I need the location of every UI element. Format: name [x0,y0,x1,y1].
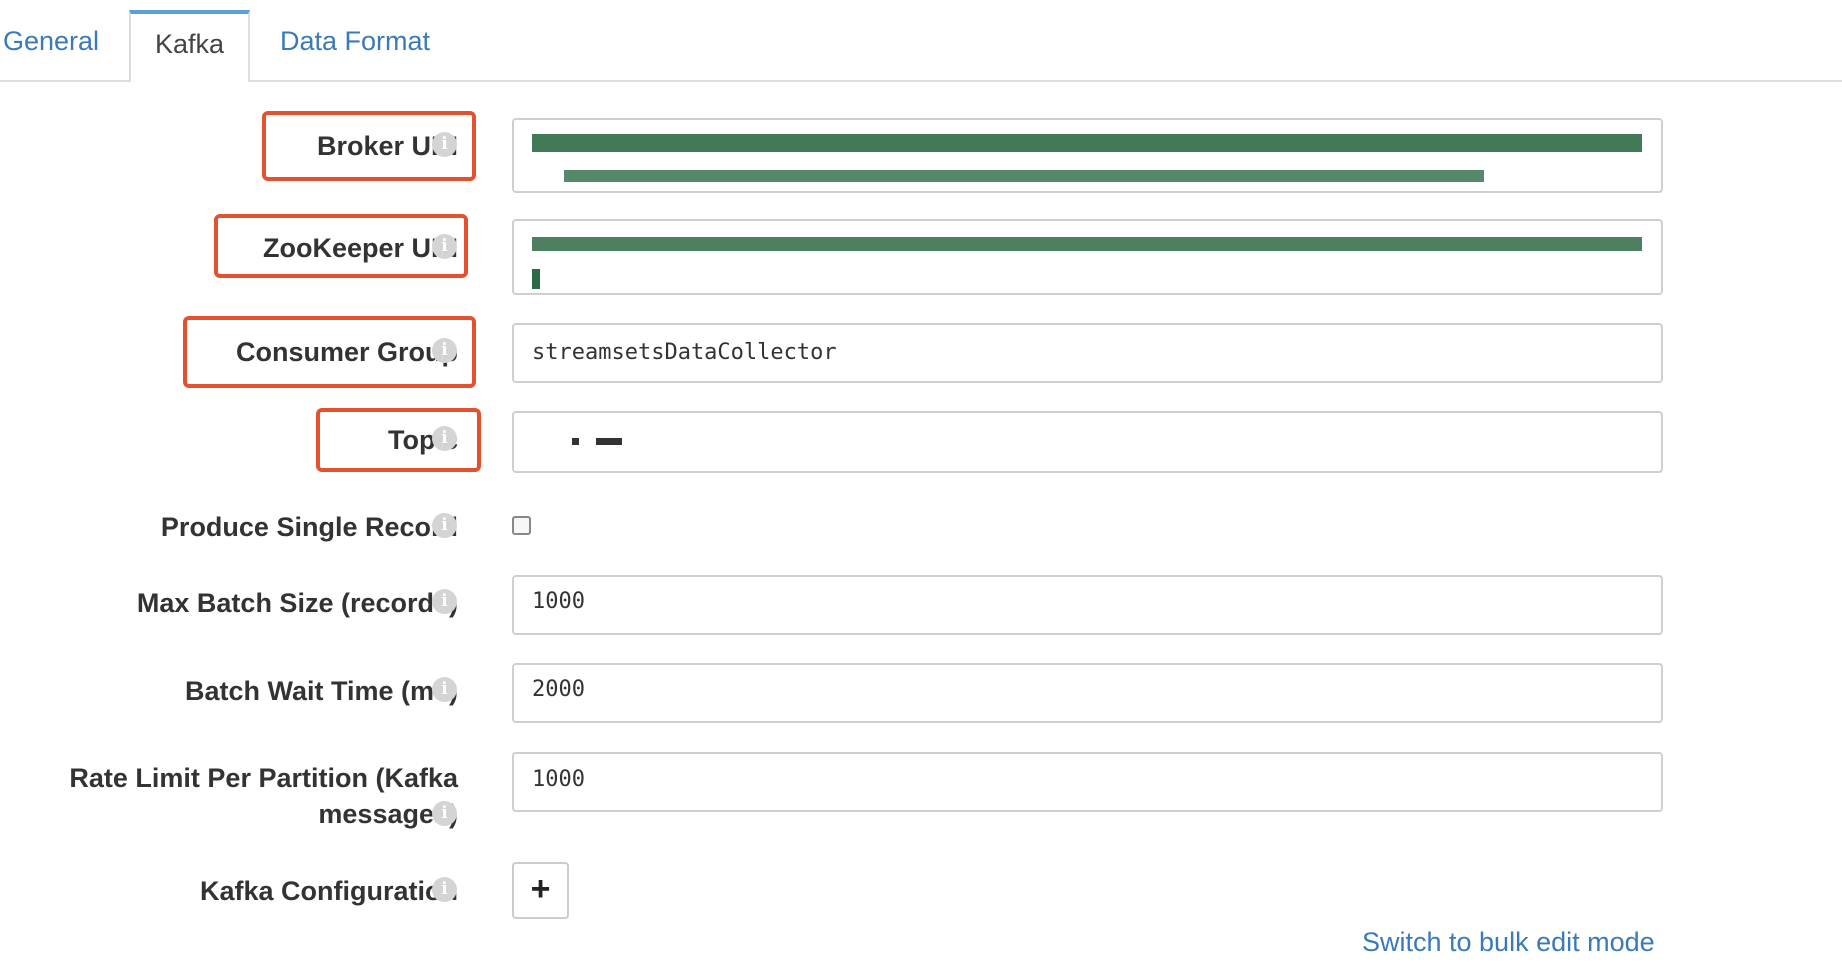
batch-wait-time-input[interactable]: 2000 [512,663,1663,723]
batch-wait-time-label: Batch Wait Time (ms) [184,676,458,706]
rate-limit-label-line1: Rate Limit Per Partition (Kafka [69,763,458,793]
broker-uri-label: Broker URI [316,131,458,161]
redacted-text [572,438,579,445]
redacted-text [532,134,1642,152]
consumer-group-value: streamsetsDataCollector [532,340,837,365]
broker-uri-input[interactable] [512,118,1663,193]
info-icon[interactable]: i [432,801,457,826]
switch-to-bulk-edit-link[interactable]: Switch to bulk edit mode [1362,927,1655,958]
info-icon[interactable]: i [432,589,457,614]
consumer-group-input[interactable]: streamsetsDataCollector [512,323,1663,383]
info-icon[interactable]: i [432,426,457,451]
info-icon[interactable]: i [432,677,457,702]
topic-input[interactable] [512,411,1663,473]
produce-single-record-checkbox[interactable] [512,516,531,535]
rate-limit-value: 1000 [532,767,585,792]
info-icon[interactable]: i [432,877,457,902]
info-icon[interactable]: i [432,338,457,363]
redacted-text [532,269,540,289]
info-icon[interactable]: i [432,513,457,538]
redacted-text [532,237,1642,251]
tab-bar: General Kafka Data Format [0,0,1842,82]
batch-wait-time-value: 2000 [532,677,585,702]
kafka-configuration-label: Kafka Configuration [199,876,458,906]
produce-single-record-label: Produce Single Record [160,512,458,542]
rate-limit-input[interactable]: 1000 [512,752,1663,812]
max-batch-size-value: 1000 [532,589,585,614]
zookeeper-uri-label: ZooKeeper URI [262,233,458,263]
zookeeper-uri-input[interactable] [512,219,1663,295]
consumer-group-label: Consumer Group [235,337,458,367]
max-batch-size-label: Max Batch Size (records) [136,588,458,618]
redacted-text [564,170,1484,182]
add-configuration-button[interactable]: + [512,862,569,919]
max-batch-size-input[interactable]: 1000 [512,575,1663,635]
tab-data-format[interactable]: Data Format [272,10,438,80]
rate-limit-label-line2: messages) [318,799,458,829]
info-icon[interactable]: i [432,132,457,157]
info-icon[interactable]: i [432,234,457,259]
tab-general[interactable]: General [0,10,102,80]
tab-kafka[interactable]: Kafka [129,10,250,82]
topic-label: Topic [388,425,458,455]
redacted-text [596,438,622,445]
